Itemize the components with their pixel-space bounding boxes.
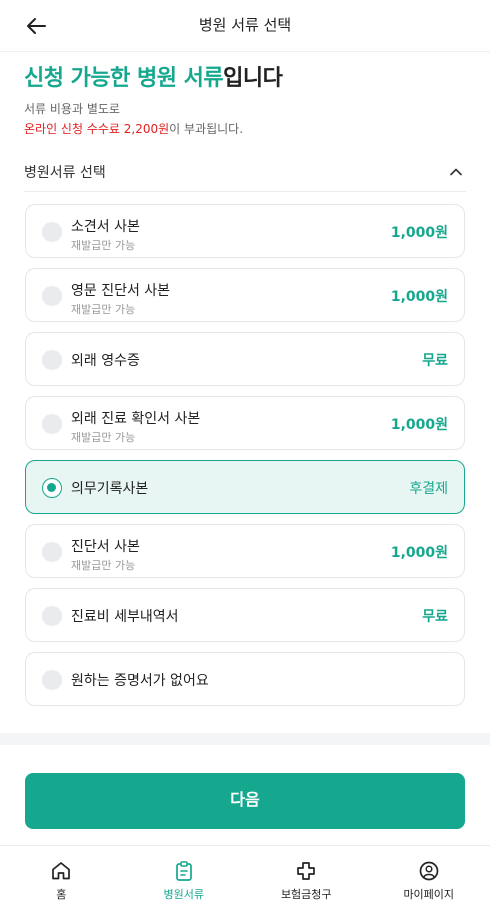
home-icon — [52, 862, 71, 880]
document-name: 외래 영수증 — [71, 353, 140, 369]
document-note: 재발급만 가능 — [71, 303, 136, 316]
section-divider — [0, 733, 490, 745]
headline: 신청 가능한 병원 서류입니다 — [24, 60, 283, 92]
document-option[interactable]: 진료비 세부내역서 무료 — [25, 588, 465, 642]
document-name: 소견서 사본 — [71, 219, 140, 235]
tab-label-my-page: 마이페이지 — [403, 888, 455, 901]
bottom-tab-bar: 홈 병원서류 보험금청구 마이페이지 — [0, 845, 490, 909]
document-name: 진단서 사본 — [71, 539, 140, 555]
radio-selected[interactable] — [42, 478, 62, 498]
document-name: 원하는 증명서가 없어요 — [71, 673, 209, 689]
tab-insurance-claim[interactable]: 보험금청구 — [245, 846, 368, 909]
radio-unselected[interactable] — [42, 606, 62, 626]
fee-notice-line2: 온라인 신청 수수료 2,200원이 부과됩니다. — [24, 120, 243, 137]
user-icon — [419, 861, 439, 881]
radio-unselected[interactable] — [42, 350, 62, 370]
document-name: 진료비 세부내역서 — [71, 609, 179, 625]
plus-cross-icon — [297, 862, 316, 880]
document-name: 외래 진료 확인서 사본 — [71, 411, 201, 427]
document-name: 의무기록사본 — [71, 481, 149, 497]
tab-my-page[interactable]: 마이페이지 — [368, 846, 490, 909]
document-price: 무료 — [422, 609, 448, 625]
document-price: 1,000원 — [390, 289, 448, 305]
page-title: 병원 서류 선택 — [198, 16, 292, 34]
document-price: 1,000원 — [390, 417, 448, 433]
headline-rest: 입니다 — [223, 66, 283, 91]
section-title: 병원서류 선택 — [24, 165, 106, 181]
headline-accent: 신청 가능한 병원 서류 — [24, 66, 224, 91]
tab-label-insurance-claim: 보험금청구 — [280, 888, 332, 901]
document-option[interactable]: 외래 영수증 무료 — [25, 332, 465, 386]
document-option[interactable]: 진단서 사본재발급만 가능 1,000원 — [25, 524, 465, 578]
tab-label-hospital-documents: 병원서류 — [163, 888, 204, 901]
chevron-up-icon[interactable] — [448, 164, 464, 180]
document-option[interactable]: 원하는 증명서가 없어요 — [25, 652, 465, 706]
document-option[interactable]: 외래 진료 확인서 사본재발급만 가능 1,000원 — [25, 396, 465, 450]
tab-home[interactable]: 홈 — [0, 846, 123, 909]
fee-amount-text: 온라인 신청 수수료 2,200원 — [24, 122, 170, 136]
document-option[interactable]: 의무기록사본 후결제 — [25, 460, 465, 514]
document-note: 재발급만 가능 — [71, 559, 136, 572]
radio-unselected[interactable] — [42, 222, 62, 242]
tab-label-home: 홈 — [56, 888, 67, 901]
document-option[interactable]: 소견서 사본재발급만 가능 1,000원 — [25, 204, 465, 258]
document-note: 재발급만 가능 — [71, 239, 136, 252]
fee-notice-line1: 서류 비용과 별도로 — [24, 102, 120, 116]
tab-hospital-documents[interactable]: 병원서류 — [123, 846, 246, 909]
document-option[interactable]: 영문 진단서 사본재발급만 가능 1,000원 — [25, 268, 465, 322]
next-button[interactable]: 다음 — [25, 773, 465, 829]
document-name: 영문 진단서 사본 — [71, 283, 171, 299]
document-note: 재발급만 가능 — [71, 431, 136, 444]
app-screen: 병원 서류 선택 신청 가능한 병원 서류입니다 서류 비용과 별도로 온라인 … — [0, 0, 490, 909]
document-price: 후결제 — [409, 481, 448, 497]
document-price: 1,000원 — [390, 225, 448, 241]
document-price: 1,000원 — [390, 545, 448, 561]
radio-unselected[interactable] — [42, 414, 62, 434]
radio-unselected[interactable] — [42, 542, 62, 562]
fee-suffix-text: 이 부과됩니다. — [169, 122, 244, 136]
top-header: 병원 서류 선택 — [0, 0, 490, 52]
document-section-header[interactable]: 병원서류 선택 — [24, 160, 466, 192]
radio-unselected[interactable] — [42, 286, 62, 306]
document-price: 무료 — [422, 353, 448, 369]
radio-unselected[interactable] — [42, 670, 62, 690]
clipboard-icon — [175, 861, 192, 881]
